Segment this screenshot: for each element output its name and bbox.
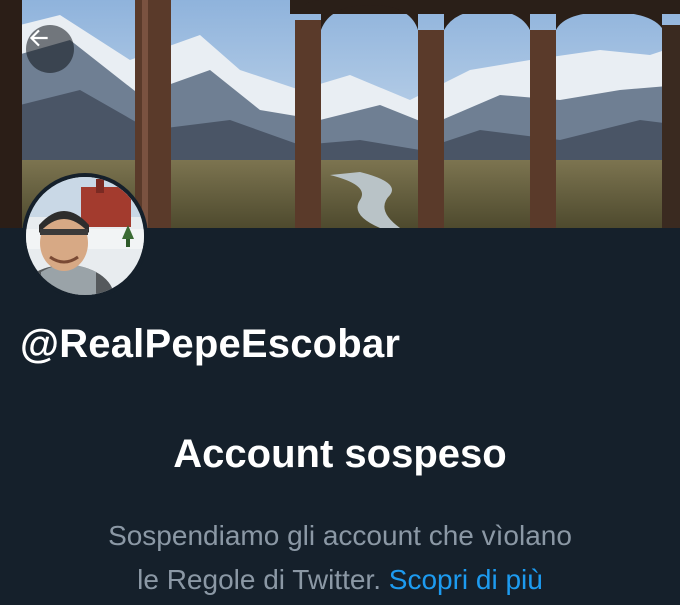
avatar-image (26, 177, 144, 295)
avatar[interactable] (26, 177, 144, 295)
suspension-description: Sospendiamo gli account che vìolano le R… (0, 514, 680, 602)
suspension-description-line2: le Regole di Twitter. Scopri di più (0, 558, 680, 602)
suspension-description-rules: le Regole di Twitter. (137, 564, 381, 595)
learn-more-link[interactable]: Scopri di più (389, 564, 543, 595)
back-button[interactable] (26, 25, 74, 73)
avatar-border (22, 173, 148, 299)
profile-handle: @RealPepeEscobar (20, 322, 401, 366)
suspension-title: Account sospeso (173, 432, 507, 476)
arrow-left-icon (29, 29, 48, 47)
suspension-description-line1: Sospendiamo gli account che vìolano (108, 520, 572, 551)
